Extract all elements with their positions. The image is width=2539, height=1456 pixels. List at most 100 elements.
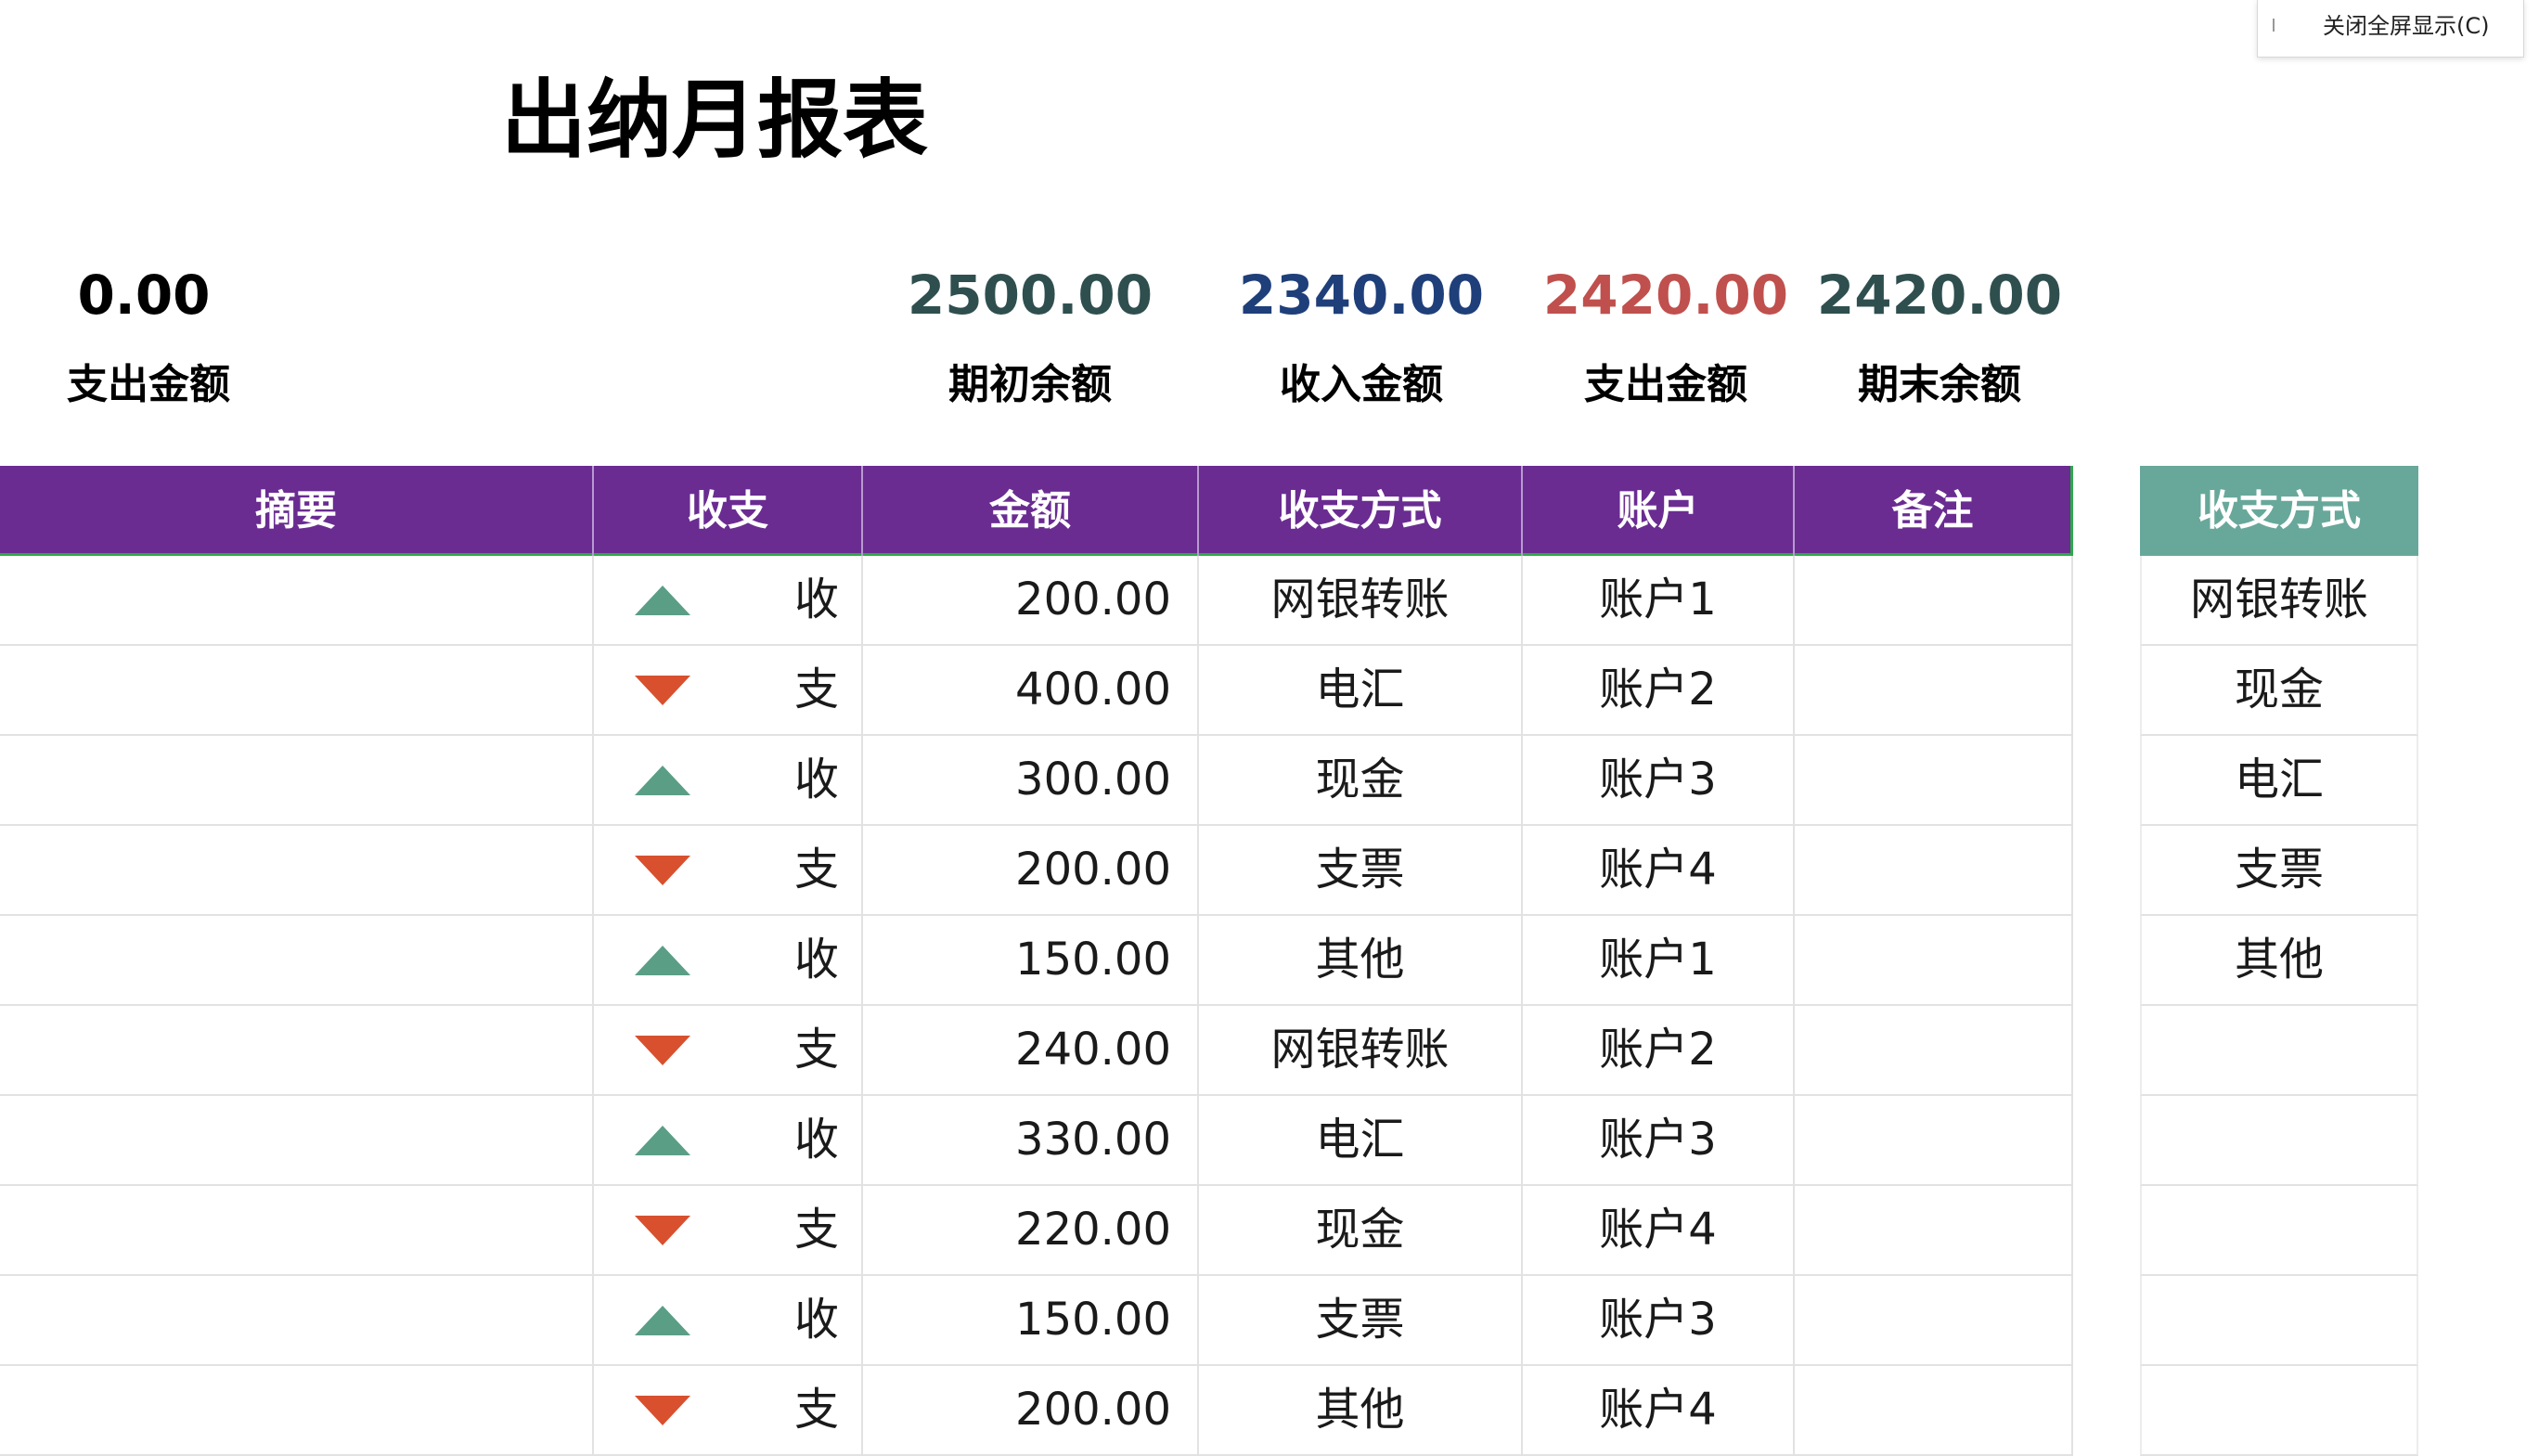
triangle-up-icon: [635, 586, 690, 615]
triangle-down-icon: [635, 1036, 690, 1065]
type-label: 支: [793, 1024, 839, 1076]
summary-cell[interactable]: [0, 736, 594, 824]
note-cell[interactable]: [1795, 646, 2073, 734]
amount-cell[interactable]: 200.00: [863, 826, 1199, 914]
type-cell[interactable]: 支: [594, 1006, 863, 1094]
type-label: 收: [793, 1294, 839, 1346]
summary-cell[interactable]: [0, 556, 594, 644]
summary-cell[interactable]: [0, 1096, 594, 1184]
method-list-item[interactable]: [2140, 1186, 2418, 1276]
type-cell[interactable]: 支: [594, 826, 863, 914]
note-cell[interactable]: [1795, 826, 2073, 914]
header-note[interactable]: 备注: [1795, 466, 2073, 556]
note-cell[interactable]: [1795, 1186, 2073, 1274]
summary-cell[interactable]: [0, 1366, 594, 1454]
page-title: 出纳月报表: [501, 71, 929, 170]
drag-grip-icon[interactable]: [2273, 19, 2275, 32]
triangle-up-icon: [635, 946, 690, 975]
method-cell[interactable]: 电汇: [1199, 1096, 1523, 1184]
method-cell[interactable]: 其他: [1199, 1366, 1523, 1454]
method-cell[interactable]: 现金: [1199, 1186, 1523, 1274]
header-amount[interactable]: 金额: [863, 466, 1199, 556]
account-cell[interactable]: 账户3: [1523, 736, 1795, 824]
note-cell[interactable]: [1795, 1006, 2073, 1094]
type-label: 支: [793, 664, 839, 715]
metric-label: 期末余额: [1858, 361, 2021, 408]
account-cell[interactable]: 账户4: [1523, 826, 1795, 914]
method-cell[interactable]: 网银转账: [1199, 1006, 1523, 1094]
note-cell[interactable]: [1795, 916, 2073, 1004]
triangle-down-icon: [635, 856, 690, 885]
summary-cell[interactable]: [0, 646, 594, 734]
type-label: 收: [793, 573, 839, 625]
amount-cell[interactable]: 150.00: [863, 1276, 1199, 1364]
type-label: 收: [793, 754, 839, 805]
header-account[interactable]: 账户: [1523, 466, 1795, 556]
amount-cell[interactable]: 200.00: [863, 1366, 1199, 1454]
method-cell[interactable]: 网银转账: [1199, 556, 1523, 644]
type-cell[interactable]: 支: [594, 1366, 863, 1454]
type-cell[interactable]: 支: [594, 1186, 863, 1274]
note-cell[interactable]: [1795, 736, 2073, 824]
account-cell[interactable]: 账户3: [1523, 1096, 1795, 1184]
method-cell[interactable]: 电汇: [1199, 646, 1523, 734]
amount-cell[interactable]: 300.00: [863, 736, 1199, 824]
header-method[interactable]: 收支方式: [1199, 466, 1523, 556]
method-list-item[interactable]: 网银转账: [2140, 556, 2418, 646]
table-row: 支 220.00 现金 账户4: [0, 1186, 2073, 1276]
summary-cell[interactable]: [0, 826, 594, 914]
header-summary[interactable]: 摘要: [0, 466, 594, 556]
method-cell[interactable]: 支票: [1199, 826, 1523, 914]
summary-cell[interactable]: [0, 1276, 594, 1364]
account-cell[interactable]: 账户4: [1523, 1366, 1795, 1454]
metric-value: 2420.00: [1816, 264, 2063, 327]
type-label: 收: [793, 1114, 839, 1166]
note-cell[interactable]: [1795, 1096, 2073, 1184]
close-fullscreen-button[interactable]: 关闭全屏显示(C): [2323, 0, 2489, 52]
summary-cell[interactable]: [0, 1006, 594, 1094]
amount-cell[interactable]: 400.00: [863, 646, 1199, 734]
method-list-item[interactable]: 电汇: [2140, 736, 2418, 826]
method-list-item[interactable]: [2140, 1276, 2418, 1366]
account-cell[interactable]: 账户1: [1523, 556, 1795, 644]
table-header: 摘要 收支 金额 收支方式 账户 备注: [0, 466, 2073, 556]
summary-left-label: 支出金额: [67, 361, 230, 408]
method-list-item[interactable]: 现金: [2140, 646, 2418, 736]
amount-cell[interactable]: 200.00: [863, 556, 1199, 644]
account-cell[interactable]: 账户2: [1523, 646, 1795, 734]
amount-cell[interactable]: 240.00: [863, 1006, 1199, 1094]
type-cell[interactable]: 收: [594, 736, 863, 824]
triangle-up-icon: [635, 1306, 690, 1335]
method-list: 收支方式 网银转账 现金 电汇 支票 其他: [2140, 466, 2418, 1456]
note-cell[interactable]: [1795, 556, 2073, 644]
method-cell[interactable]: 其他: [1199, 916, 1523, 1004]
method-list-item[interactable]: [2140, 1006, 2418, 1096]
method-list-item[interactable]: 其他: [2140, 916, 2418, 1006]
account-cell[interactable]: 账户3: [1523, 1276, 1795, 1364]
header-type[interactable]: 收支: [594, 466, 863, 556]
type-cell[interactable]: 收: [594, 556, 863, 644]
method-list-item[interactable]: [2140, 1096, 2418, 1186]
amount-cell[interactable]: 220.00: [863, 1186, 1199, 1274]
type-cell[interactable]: 收: [594, 1096, 863, 1184]
type-label: 支: [793, 844, 839, 896]
amount-cell[interactable]: 330.00: [863, 1096, 1199, 1184]
method-cell[interactable]: 现金: [1199, 736, 1523, 824]
type-cell[interactable]: 收: [594, 916, 863, 1004]
type-cell[interactable]: 收: [594, 1276, 863, 1364]
method-cell[interactable]: 支票: [1199, 1276, 1523, 1364]
table-row: 收 150.00 支票 账户3: [0, 1276, 2073, 1366]
summary-cell[interactable]: [0, 916, 594, 1004]
note-cell[interactable]: [1795, 1276, 2073, 1364]
account-cell[interactable]: 账户1: [1523, 916, 1795, 1004]
account-cell[interactable]: 账户2: [1523, 1006, 1795, 1094]
triangle-down-icon: [635, 676, 690, 705]
summary-cell[interactable]: [0, 1186, 594, 1274]
account-cell[interactable]: 账户4: [1523, 1186, 1795, 1274]
amount-cell[interactable]: 150.00: [863, 916, 1199, 1004]
type-cell[interactable]: 支: [594, 646, 863, 734]
triangle-down-icon: [635, 1396, 690, 1425]
table-row: 收 300.00 现金 账户3: [0, 736, 2073, 826]
method-list-item[interactable]: 支票: [2140, 826, 2418, 916]
note-cell[interactable]: [1795, 1366, 2073, 1454]
